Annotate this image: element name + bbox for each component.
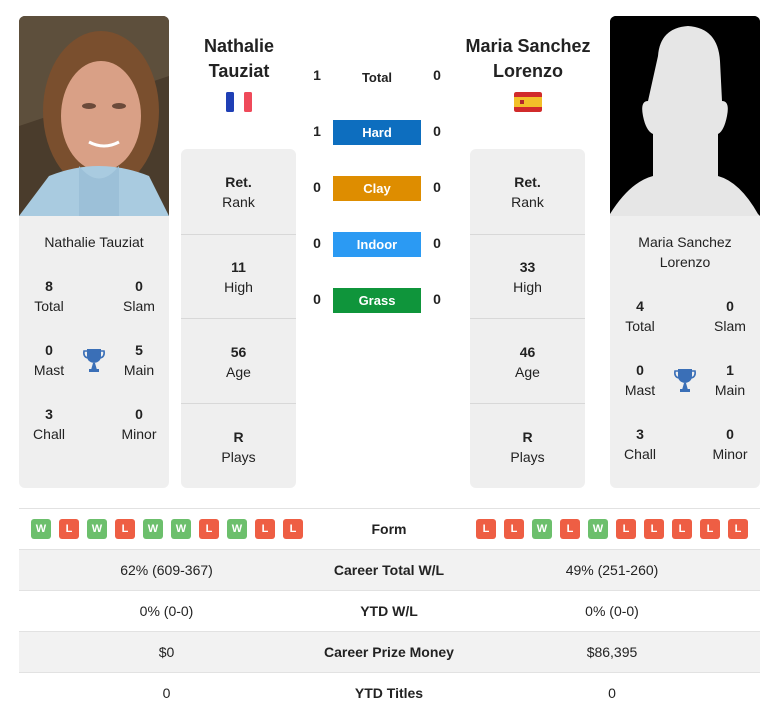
prize-money-label: Career Prize Money — [324, 644, 454, 660]
titles-mast: 0 Mast — [624, 362, 656, 398]
h2h-total-left: 1 — [313, 67, 321, 83]
surface-indoor-badge[interactable]: Indoor — [333, 232, 421, 257]
surface-total-label: Total — [361, 70, 393, 85]
age-stat: 56 Age — [226, 344, 251, 380]
form-loss-badge[interactable]: L — [728, 519, 748, 539]
high-stat: 11 High — [224, 259, 253, 295]
surface-clay-badge[interactable]: Clay — [333, 176, 421, 201]
table-row: 62% (609-367) Career Total W/L 49% (251-… — [19, 550, 760, 591]
player-card-name: Maria Sanchez — [638, 234, 732, 250]
career-wl-label: Career Total W/L — [333, 562, 445, 578]
ytd-wl-label: YTD W/L — [360, 603, 418, 619]
player-card-name: Nathalie Tauziat — [44, 234, 144, 250]
player-titles-card-right: Maria Sanchez Lorenzo 4 Total 0 Slam 0 M… — [610, 216, 760, 488]
h2h-clay-right: 0 — [433, 179, 441, 195]
form-win-badge[interactable]: W — [171, 519, 191, 539]
titles-main: 5 Main — [123, 342, 155, 378]
player-card-name-line2: Lorenzo — [659, 254, 711, 270]
rank-stat: Ret. Rank — [222, 174, 255, 210]
divider — [181, 318, 296, 319]
form-loss-badge[interactable]: L — [283, 519, 303, 539]
ytd-titles-left: 0 — [162, 685, 171, 701]
divider — [181, 234, 296, 235]
ytd-titles-right: 0 — [608, 685, 616, 701]
france-flag-icon — [225, 92, 253, 112]
form-win-badge[interactable]: W — [588, 519, 608, 539]
divider — [470, 403, 585, 404]
h2h-total-right: 0 — [433, 67, 441, 83]
prize-money-right: $86,395 — [586, 644, 638, 660]
form-label: Form — [371, 521, 407, 537]
titles-chall: 3 Chall — [624, 426, 656, 462]
player-titles-card-left: Nathalie Tauziat 8 Total 0 Slam 0 Mast 5… — [19, 216, 169, 488]
plays-stat: R Plays — [510, 429, 545, 465]
trophy-icon — [83, 349, 105, 372]
h2h-indoor-left: 0 — [313, 235, 321, 251]
player-name-right[interactable]: Maria Sanchez Lorenzo — [453, 34, 603, 84]
form-row: WLWLWWLWLL Form LLWLWLLLLL — [19, 509, 760, 550]
spain-flag-icon — [514, 92, 542, 112]
titles-minor: 0 Minor — [712, 426, 748, 462]
form-loss-badge[interactable]: L — [115, 519, 135, 539]
titles-minor: 0 Minor — [121, 406, 157, 442]
form-loss-badge[interactable]: L — [199, 519, 219, 539]
form-loss-badge[interactable]: L — [476, 519, 496, 539]
titles-chall: 3 Chall — [33, 406, 65, 442]
player-photo-right — [610, 16, 760, 216]
h2h-hard-right: 0 — [433, 123, 441, 139]
player-stats-column-right: Ret. Rank 33 High 46 Age R Plays — [470, 149, 585, 488]
ytd-wl-left: 0% (0-0) — [139, 603, 194, 619]
form-loss-badge[interactable]: L — [560, 519, 580, 539]
form-win-badge[interactable]: W — [87, 519, 107, 539]
titles-mast: 0 Mast — [33, 342, 65, 378]
table-row: 0% (0-0) YTD W/L 0% (0-0) — [19, 591, 760, 632]
h2h-indoor-right: 0 — [433, 235, 441, 251]
form-win-badge[interactable]: W — [532, 519, 552, 539]
titles-slam: 0 Slam — [123, 278, 155, 314]
divider — [470, 318, 585, 319]
player-name-left[interactable]: Nathalie Tauziat — [164, 34, 314, 84]
ytd-titles-label: YTD Titles — [354, 685, 424, 701]
ytd-wl-right: 0% (0-0) — [585, 603, 639, 619]
titles-main: 1 Main — [714, 362, 746, 398]
form-loss-badge[interactable]: L — [255, 519, 275, 539]
titles-total: 8 Total — [34, 278, 64, 314]
form-win-badge[interactable]: W — [143, 519, 163, 539]
form-loss-badge[interactable]: L — [700, 519, 720, 539]
surface-hard-badge[interactable]: Hard — [333, 120, 421, 145]
career-wl-right: 49% (251-260) — [565, 562, 659, 578]
high-stat: 33 High — [513, 259, 542, 295]
titles-total: 4 Total — [625, 298, 655, 334]
divider — [470, 234, 585, 235]
silhouette-icon — [610, 16, 760, 216]
player-photo-left — [19, 16, 169, 216]
form-loss-badge[interactable]: L — [644, 519, 664, 539]
form-badges-right: LLWLWLLLLL — [476, 519, 748, 539]
h2h-grass-right: 0 — [433, 291, 441, 307]
form-loss-badge[interactable]: L — [504, 519, 524, 539]
career-wl-left: 62% (609-367) — [120, 562, 213, 578]
table-row: $0 Career Prize Money $86,395 — [19, 632, 760, 673]
trophy-icon — [674, 369, 696, 392]
divider — [181, 403, 296, 404]
player-photo-image — [19, 16, 169, 216]
age-stat: 46 Age — [515, 344, 540, 380]
form-win-badge[interactable]: W — [227, 519, 247, 539]
form-loss-badge[interactable]: L — [616, 519, 636, 539]
form-loss-badge[interactable]: L — [59, 519, 79, 539]
h2h-clay-left: 0 — [313, 179, 321, 195]
surface-grass-badge[interactable]: Grass — [333, 288, 421, 313]
rank-stat: Ret. Rank — [511, 174, 544, 210]
h2h-grass-left: 0 — [313, 291, 321, 307]
plays-stat: R Plays — [221, 429, 256, 465]
titles-slam: 0 Slam — [714, 298, 746, 334]
form-win-badge[interactable]: W — [31, 519, 51, 539]
form-loss-badge[interactable]: L — [672, 519, 692, 539]
prize-money-left: $0 — [158, 644, 175, 660]
h2h-hard-left: 1 — [313, 123, 321, 139]
table-row: 0 YTD Titles 0 — [19, 673, 760, 714]
form-badges-left: WLWLWWLWLL — [31, 519, 303, 539]
player-stats-column-left: Ret. Rank 11 High 56 Age R Plays — [181, 149, 296, 488]
